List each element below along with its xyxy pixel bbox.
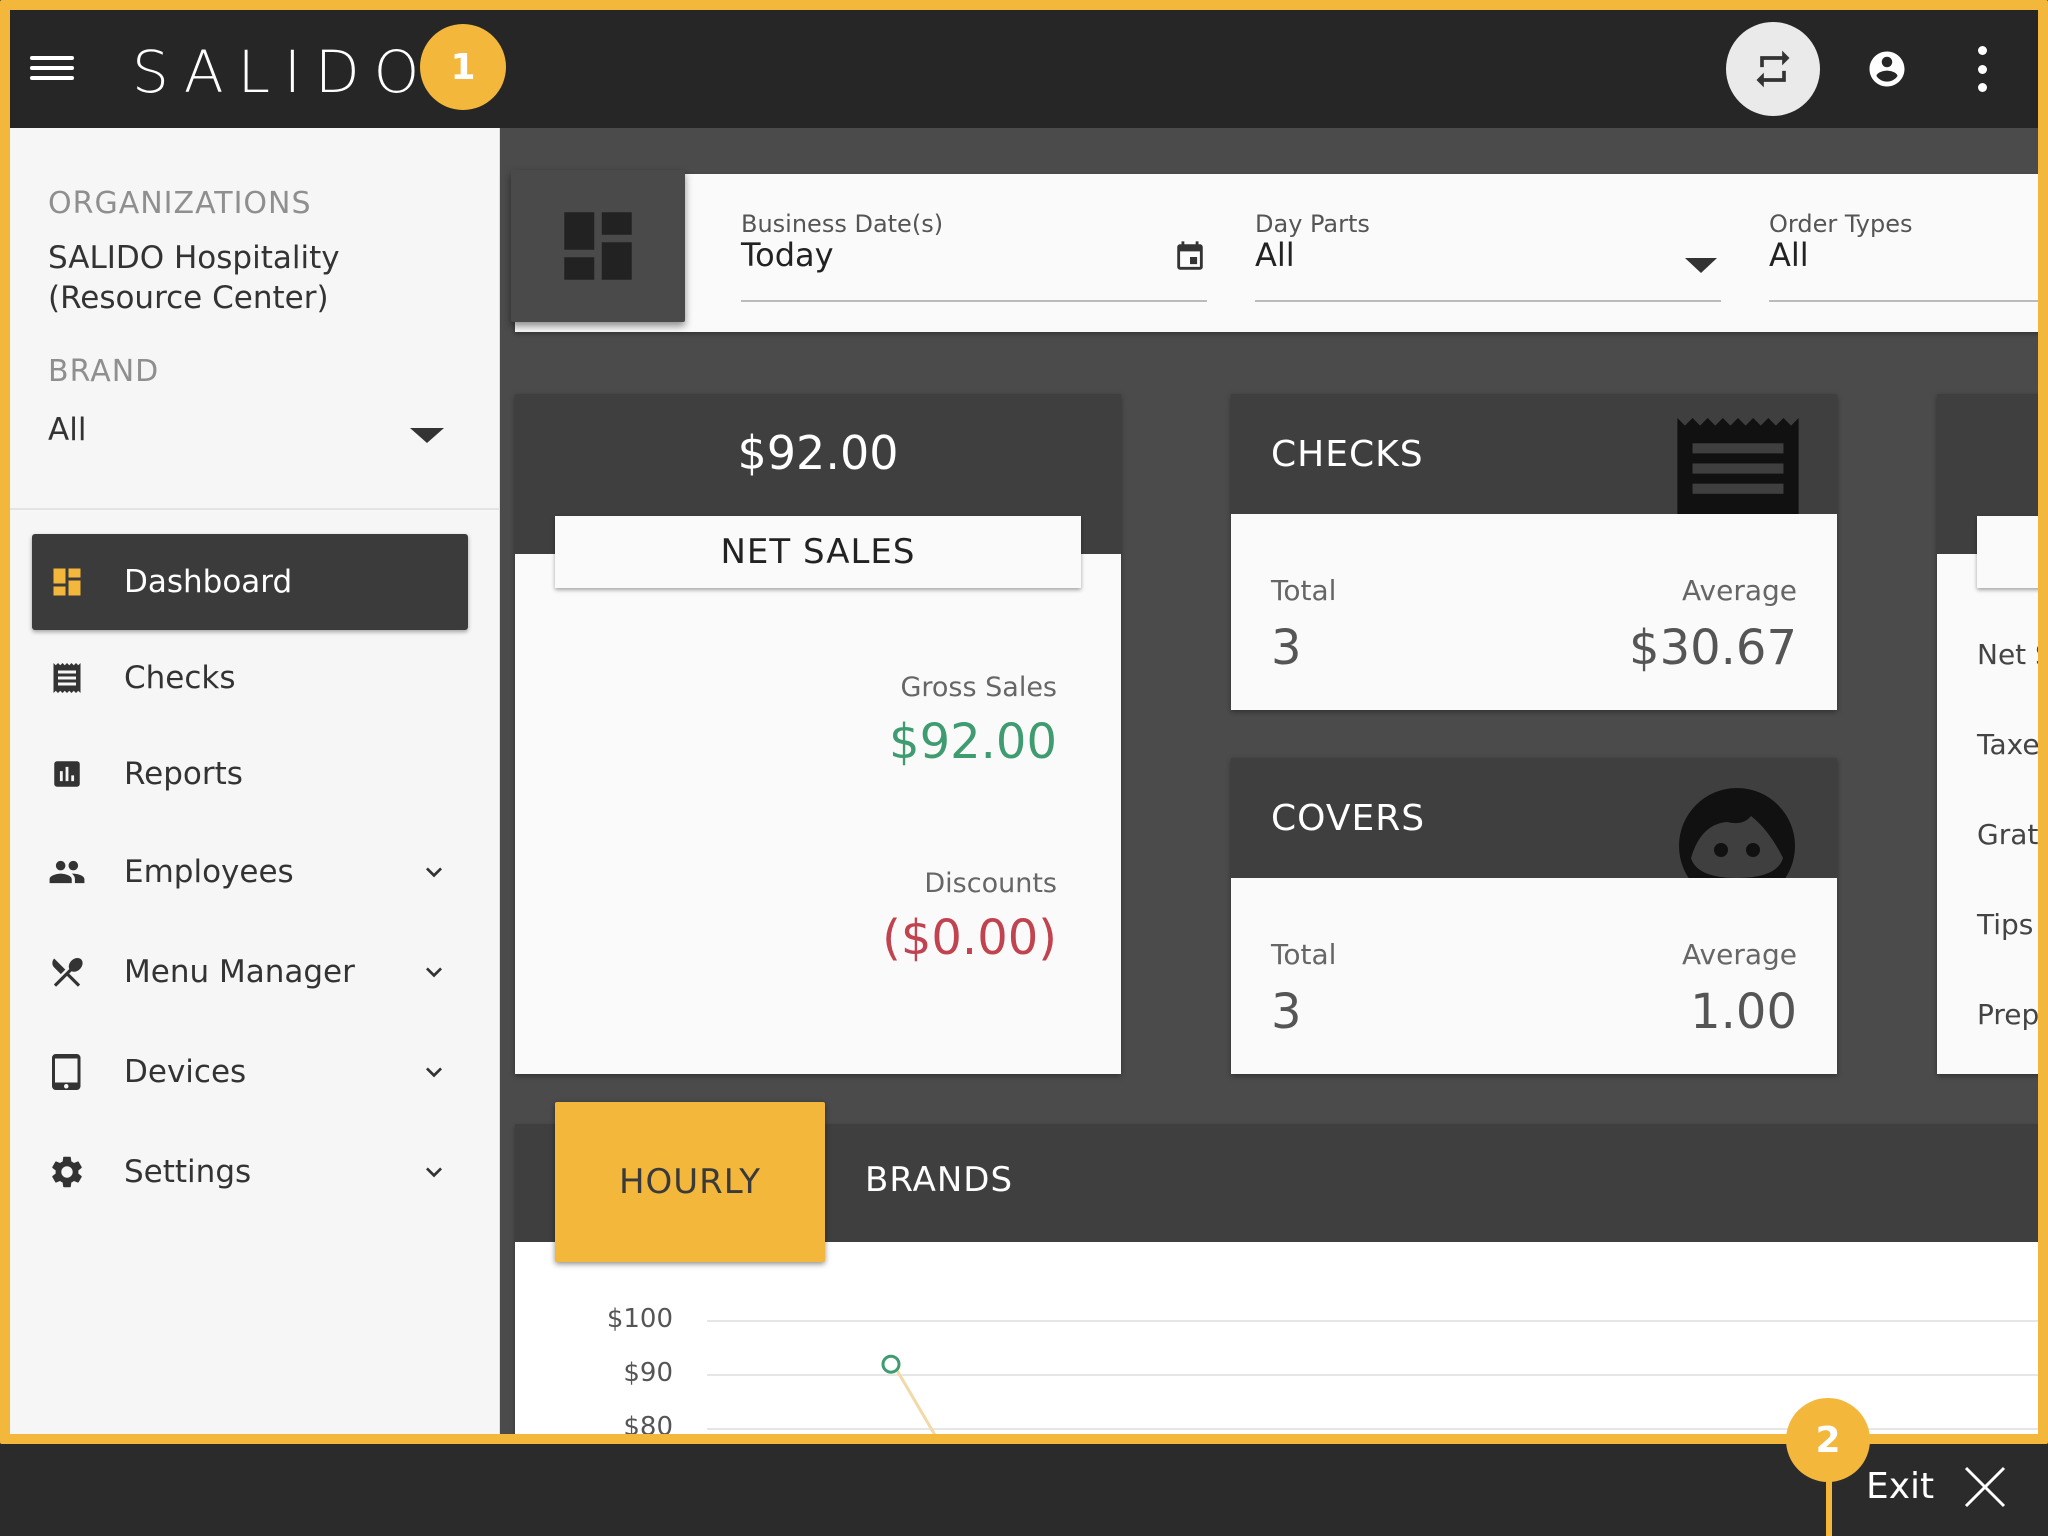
sales-breakdown-card[interactable]: Net S Taxes Gratu Tips Prepa bbox=[1937, 394, 2038, 1074]
checks-average-value: $30.67 bbox=[1629, 620, 1797, 676]
breakdown-row-net-sales: Net S bbox=[1977, 638, 2038, 671]
discounts-label: Discounts bbox=[924, 868, 1057, 899]
business-date-label: Business Date(s) bbox=[741, 210, 944, 238]
sidebar-item-devices[interactable]: Devices bbox=[32, 1024, 468, 1120]
net-sales-amount: $92.00 bbox=[737, 426, 899, 480]
day-parts-underline bbox=[1255, 300, 1721, 302]
sidebar-item-checks[interactable]: Checks bbox=[32, 630, 468, 726]
order-types-value[interactable]: All bbox=[1769, 236, 1809, 274]
swap-icon bbox=[1756, 50, 1790, 88]
sidebar-divider bbox=[10, 508, 500, 510]
sidebar-item-label: Employees bbox=[124, 854, 294, 890]
more-options-icon[interactable] bbox=[1970, 46, 1994, 92]
day-parts-label: Day Parts bbox=[1255, 210, 1370, 238]
data-point[interactable] bbox=[881, 1354, 901, 1374]
gear-icon bbox=[48, 1153, 86, 1191]
covers-total-value: 3 bbox=[1271, 984, 1302, 1040]
sidebar-item-label: Reports bbox=[124, 756, 243, 792]
checks-average-label: Average bbox=[1682, 574, 1797, 607]
brand-label: BRAND bbox=[48, 354, 160, 389]
sidebar-item-dashboard[interactable]: Dashboard bbox=[32, 534, 468, 630]
net-sales-title: NET SALES bbox=[555, 516, 1081, 588]
menu-icon[interactable] bbox=[30, 50, 74, 86]
sidebar-item-label: Menu Manager bbox=[124, 954, 355, 990]
order-types-label: Order Types bbox=[1769, 210, 1913, 238]
salido-logo: SALIDO bbox=[132, 38, 434, 106]
dashboard-main: Business Date(s) Today Day Parts All Ord… bbox=[501, 128, 2038, 1434]
checks-total-value: 3 bbox=[1271, 620, 1302, 676]
top-app-bar: SALIDO 1 bbox=[10, 10, 2038, 128]
sidebar-item-reports[interactable]: Reports bbox=[32, 726, 468, 822]
step-badge-2: 2 bbox=[1786, 1398, 1870, 1482]
business-date-underline bbox=[741, 300, 1207, 302]
order-types-filter[interactable]: Order Types All bbox=[1769, 174, 2038, 332]
exit-label[interactable]: Exit bbox=[1866, 1466, 1934, 1507]
brand-select[interactable]: All bbox=[48, 412, 86, 448]
sidebar-item-settings[interactable]: Settings bbox=[32, 1124, 468, 1220]
breakdown-row-taxes: Taxes bbox=[1977, 728, 2038, 761]
covers-card[interactable]: COVERS Total 3 Average 1.00 bbox=[1231, 758, 1837, 1074]
sidebar-item-label: Dashboard bbox=[124, 564, 293, 600]
dashboard-tile bbox=[511, 170, 685, 322]
organizations-label: ORGANIZATIONS bbox=[48, 186, 312, 221]
breakdown-row-tips: Tips bbox=[1977, 908, 2034, 941]
sidebar-item-label: Checks bbox=[124, 660, 236, 696]
switch-location-button[interactable] bbox=[1726, 22, 1820, 116]
step-badge-1: 1 bbox=[420, 24, 506, 110]
breakdown-row-gratuity: Gratu bbox=[1977, 818, 2038, 851]
people-icon bbox=[48, 853, 86, 891]
checks-title: CHECKS bbox=[1271, 434, 1424, 475]
filter-bar: Business Date(s) Today Day Parts All Ord… bbox=[515, 174, 2038, 332]
covers-title: COVERS bbox=[1271, 798, 1426, 839]
net-sales-card[interactable]: $92.00 NET SALES Gross Sales $92.00 Disc… bbox=[515, 394, 1121, 1074]
day-parts-filter[interactable]: Day Parts All bbox=[1255, 174, 1721, 332]
gross-sales-label: Gross Sales bbox=[900, 672, 1057, 703]
chevron-down-icon bbox=[426, 1067, 442, 1078]
dashboard-icon bbox=[564, 212, 632, 280]
app-frame: SALIDO 1 ORGANIZATIONS SALIDO Hospitalit… bbox=[0, 0, 2048, 1444]
order-types-underline bbox=[1769, 300, 2038, 302]
sidebar-item-employees[interactable]: Employees bbox=[32, 824, 468, 920]
receipt-icon bbox=[48, 659, 86, 697]
tablet-icon bbox=[48, 1053, 86, 1091]
day-parts-dropdown-arrow-icon[interactable] bbox=[1685, 258, 1717, 273]
discounts-value: ($0.00) bbox=[882, 910, 1057, 966]
business-date-value[interactable]: Today bbox=[741, 236, 834, 274]
covers-average-label: Average bbox=[1682, 938, 1797, 971]
day-parts-value[interactable]: All bbox=[1255, 236, 1295, 274]
sales-chart-card: HOURLY BRANDS $100 $90 $80 bbox=[515, 1102, 2038, 1434]
covers-average-value: 1.00 bbox=[1690, 984, 1797, 1040]
sales-breakdown-title bbox=[1977, 516, 2038, 588]
bar-chart-icon bbox=[48, 755, 86, 793]
face-icon bbox=[1679, 788, 1795, 878]
sidebar-item-label: Devices bbox=[124, 1054, 247, 1090]
sidebar-item-menu-manager[interactable]: Menu Manager bbox=[32, 924, 468, 1020]
breakdown-row-prepaid: Prepa bbox=[1977, 998, 2038, 1031]
account-button[interactable] bbox=[1866, 48, 1908, 94]
sidebar-item-label: Settings bbox=[124, 1154, 252, 1190]
chevron-down-icon bbox=[426, 967, 442, 978]
dashboard-icon bbox=[48, 563, 86, 601]
brand-dropdown-arrow-icon[interactable] bbox=[410, 428, 444, 443]
series-line bbox=[895, 1369, 937, 1434]
business-date-filter[interactable]: Business Date(s) Today bbox=[741, 174, 1207, 332]
bottom-bar bbox=[0, 1444, 2048, 1536]
chevron-down-icon bbox=[426, 1167, 442, 1178]
organization-name[interactable]: SALIDO Hospitality (Resource Center) bbox=[48, 238, 448, 318]
checks-card[interactable]: CHECKS Total 3 Average $30.67 bbox=[1231, 394, 1837, 710]
checks-total-label: Total bbox=[1271, 574, 1337, 607]
utensils-icon bbox=[48, 953, 86, 991]
chevron-down-icon bbox=[426, 867, 442, 878]
calendar-icon[interactable] bbox=[1173, 240, 1207, 274]
close-icon[interactable] bbox=[1964, 1466, 2006, 1508]
receipt-icon bbox=[1677, 418, 1799, 514]
account-circle-icon bbox=[1869, 51, 1905, 87]
covers-total-label: Total bbox=[1271, 938, 1337, 971]
gross-sales-value: $92.00 bbox=[889, 714, 1057, 770]
sidebar: ORGANIZATIONS SALIDO Hospitality (Resour… bbox=[10, 128, 500, 1434]
hourly-chart bbox=[881, 1354, 937, 1434]
